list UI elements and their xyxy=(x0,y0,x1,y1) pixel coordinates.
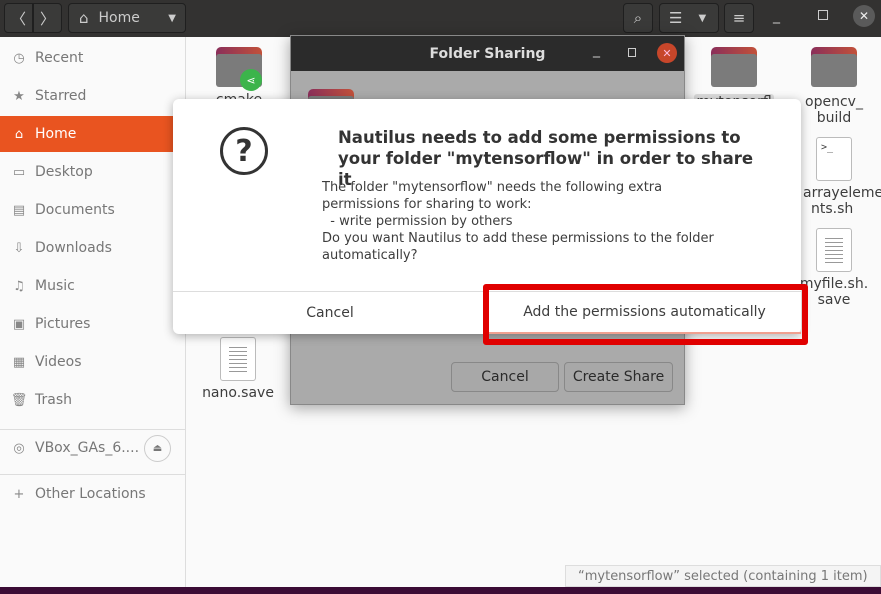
sidebar-item-label: Videos xyxy=(35,354,82,370)
home-icon: ⌂ xyxy=(79,9,89,27)
divider xyxy=(0,474,186,475)
create-share-button[interactable]: Create Share xyxy=(564,362,673,392)
sidebar-item-label: Desktop xyxy=(35,164,93,180)
folder-opencv-build[interactable] xyxy=(811,47,857,87)
pictures-icon: ▣ xyxy=(12,316,26,332)
sidebar-item-label: Recent xyxy=(35,50,84,66)
desktop-icon: ▭ xyxy=(12,164,26,180)
maximize-button[interactable] xyxy=(818,10,828,20)
documents-icon: ▤ xyxy=(12,202,26,218)
sidebar-item-label: Home xyxy=(35,126,77,142)
sidebar-item-recent[interactable]: ◷ Recent xyxy=(0,40,186,76)
status-bar: “mytensorflow” selected (containing 1 it… xyxy=(565,565,881,587)
file-label: opencv_ build xyxy=(805,94,863,126)
menu-button[interactable]: ≡ xyxy=(724,3,754,33)
search-icon: ⌕ xyxy=(633,9,643,27)
dialog-title: Folder Sharing xyxy=(429,45,546,62)
sidebar-item-label: Other Locations xyxy=(35,486,146,502)
hamburger-icon: ≡ xyxy=(732,9,746,27)
chevron-down-icon: ▼ xyxy=(698,12,707,24)
share-emblem-icon: ⋖ xyxy=(240,69,262,91)
minimize-button[interactable]: _ xyxy=(593,42,600,58)
trash-icon: 🗑 xyxy=(10,392,28,408)
sidebar-item-other-locations[interactable]: + Other Locations xyxy=(0,476,186,512)
back-button[interactable]: 〈 xyxy=(4,3,33,33)
highlight-box xyxy=(483,284,808,345)
music-icon: ♫ xyxy=(13,278,25,294)
file-label: nano.save xyxy=(202,385,274,401)
sidebar-item-label: Pictures xyxy=(35,316,91,332)
dialog-titlebar: Folder Sharing _ ✕ xyxy=(291,36,684,71)
text-file-icon[interactable] xyxy=(220,337,256,381)
sidebar-item-music[interactable]: ♫ Music xyxy=(0,268,186,304)
view-button[interactable]: ☰ ▼ xyxy=(659,3,719,33)
close-button[interactable]: ✕ xyxy=(657,43,677,63)
location-label: Home xyxy=(98,10,140,26)
desktop-edge xyxy=(0,587,881,594)
sidebar-item-label: Trash xyxy=(35,392,72,408)
sidebar-item-documents[interactable]: ▤ Documents xyxy=(0,192,186,228)
alert-message: The folder "mytensorflow" needs the foll… xyxy=(322,180,714,263)
folder-cmake[interactable]: ⋖ xyxy=(216,47,262,91)
clock-icon: ◷ xyxy=(13,50,25,66)
download-icon: ⇩ xyxy=(13,240,25,256)
videos-icon: ▦ xyxy=(12,354,26,370)
sidebar-item-trash[interactable]: 🗑 Trash xyxy=(0,382,186,418)
script-file-icon[interactable]: >_ xyxy=(816,137,852,181)
sidebar: ◷ Recent ★ Starred ⌂ Home ▭ Desktop ▤ Documents ⇩ D… xyxy=(0,37,186,587)
sidebar-item-label: Starred xyxy=(35,88,87,104)
search-button[interactable]: ⌕ xyxy=(623,3,653,33)
maximize-button[interactable] xyxy=(628,48,636,57)
sidebar-item-videos[interactable]: ▦ Videos xyxy=(0,344,186,380)
location-button[interactable]: ⌂ Home ▼ xyxy=(68,3,186,33)
question-icon: ? xyxy=(220,127,268,175)
plus-icon: + xyxy=(13,486,25,502)
sidebar-item-label: Downloads xyxy=(35,240,112,256)
sidebar-item-device[interactable]: ◎ VBox_GAs_6.... ⏏ xyxy=(0,430,186,466)
cancel-button[interactable]: Cancel xyxy=(451,362,559,392)
star-icon: ★ xyxy=(13,88,25,104)
forward-button[interactable]: 〉 xyxy=(33,3,62,33)
header-bar: 〈 〉 ⌂ Home ▼ ⌕ ☰ ▼ ≡ _ ✕ xyxy=(0,0,881,37)
sidebar-item-desktop[interactable]: ▭ Desktop xyxy=(0,154,186,190)
sidebar-item-label: Music xyxy=(35,278,75,294)
sidebar-item-starred[interactable]: ★ Starred xyxy=(0,78,186,114)
sidebar-item-label: Documents xyxy=(35,202,115,218)
minimize-button[interactable]: _ xyxy=(773,8,780,24)
home-icon: ⌂ xyxy=(14,126,24,142)
list-view-icon: ☰ xyxy=(669,9,683,27)
folder-mytensorflow[interactable] xyxy=(711,47,757,87)
sidebar-item-label: VBox_GAs_6.... xyxy=(35,440,140,456)
disk-icon: ◎ xyxy=(13,440,25,456)
eject-icon[interactable]: ⏏ xyxy=(144,434,171,462)
sidebar-item-pictures[interactable]: ▣ Pictures xyxy=(0,306,186,342)
cancel-button[interactable]: Cancel xyxy=(173,292,487,334)
sidebar-item-home[interactable]: ⌂ Home xyxy=(0,116,186,152)
sidebar-item-downloads[interactable]: ⇩ Downloads xyxy=(0,230,186,266)
file-label: arrayeleme nts.sh xyxy=(803,185,881,217)
text-file-icon[interactable] xyxy=(816,228,852,272)
close-button[interactable]: ✕ xyxy=(853,5,875,27)
chevron-down-icon: ▼ xyxy=(168,12,176,24)
